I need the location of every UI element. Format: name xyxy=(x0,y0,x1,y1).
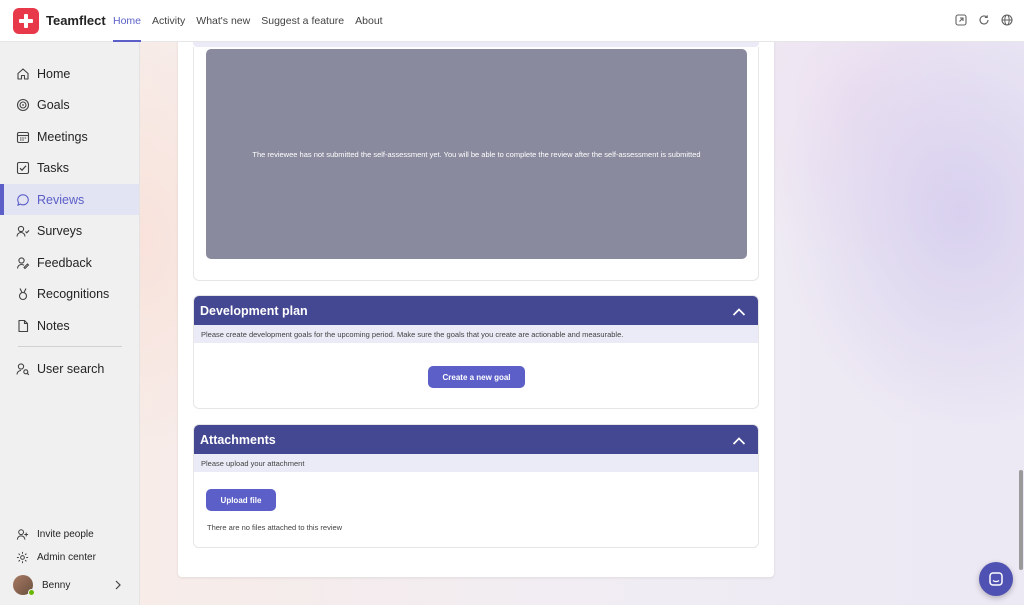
sidebar-item-label: User search xyxy=(37,361,105,376)
sidebar-item-goals[interactable]: Goals xyxy=(0,89,139,120)
sidebar-item-label: Recognitions xyxy=(37,286,110,301)
sidebar-item-label: Surveys xyxy=(37,223,83,238)
sidebar-item-surveys[interactable]: Surveys xyxy=(0,215,139,246)
person-search-icon xyxy=(15,361,31,377)
self-assessment-locked-overlay: The reviewee has not submitted the self-… xyxy=(206,49,747,259)
admin-center-label: Admin center xyxy=(37,551,96,563)
app-title: Teamflect xyxy=(46,13,106,28)
app-header: Teamflect Home Activity What's new Sugge… xyxy=(0,0,1024,42)
calendar-icon xyxy=(15,129,31,145)
main-content: The reviewee has not submitted the self-… xyxy=(140,42,1024,605)
header-actions xyxy=(954,13,1014,27)
home-icon xyxy=(15,66,31,82)
person-add-icon xyxy=(15,527,30,542)
teamflect-logo-icon xyxy=(13,8,39,34)
sidebar: Home Goals Meetings Tasks Reviews Survey… xyxy=(0,42,140,605)
tab-suggest-feature[interactable]: Suggest a feature xyxy=(261,0,344,42)
user-profile[interactable]: Benny xyxy=(0,573,139,597)
tab-home[interactable]: Home xyxy=(113,0,142,42)
refresh-icon[interactable] xyxy=(977,13,991,27)
sidebar-item-label: Home xyxy=(37,66,71,81)
development-plan-header[interactable]: Development plan xyxy=(194,296,758,325)
attachments-section: Attachments Please upload your attachmen… xyxy=(193,424,759,548)
speech-bubble-icon xyxy=(15,192,31,208)
sidebar-item-feedback[interactable]: Feedback xyxy=(0,247,139,278)
tab-about[interactable]: About xyxy=(355,0,382,42)
invite-people-label: Invite people xyxy=(37,528,94,540)
tab-activity[interactable]: Activity xyxy=(152,0,185,42)
create-goal-button[interactable]: Create a new goal xyxy=(428,366,525,388)
upload-file-button[interactable]: Upload file xyxy=(206,489,276,511)
gear-icon xyxy=(15,550,30,565)
sidebar-item-label: Goals xyxy=(37,97,70,112)
self-assessment-notice: The reviewee has not submitted the self-… xyxy=(252,149,701,159)
top-nav-tabs: Home Activity What's new Suggest a featu… xyxy=(113,0,394,42)
sidebar-item-label: Reviews xyxy=(37,192,85,207)
survey-icon xyxy=(15,223,31,239)
invite-people-link[interactable]: Invite people xyxy=(0,523,139,545)
sidebar-item-tasks[interactable]: Tasks xyxy=(0,152,139,183)
goals-icon xyxy=(15,97,31,113)
attachments-title: Attachments xyxy=(200,432,276,447)
admin-center-link[interactable]: Admin center xyxy=(0,546,139,568)
medal-icon xyxy=(15,286,31,302)
sidebar-item-label: Meetings xyxy=(37,129,88,144)
scrollbar-thumb[interactable] xyxy=(1019,470,1023,570)
no-files-text: There are no files attached to this revi… xyxy=(207,523,343,532)
attachments-header[interactable]: Attachments xyxy=(194,425,758,454)
avatar xyxy=(13,575,35,596)
tab-whats-new[interactable]: What's new xyxy=(196,0,250,42)
self-assessment-section: The reviewee has not submitted the self-… xyxy=(193,47,759,281)
sidebar-item-recognitions[interactable]: Recognitions xyxy=(0,278,139,309)
sidebar-item-meetings[interactable]: Meetings xyxy=(0,121,139,152)
sidebar-item-label: Tasks xyxy=(37,160,69,175)
chevron-up-icon[interactable] xyxy=(732,304,746,322)
chevron-right-icon xyxy=(113,578,123,596)
sidebar-item-user-search[interactable]: User search xyxy=(0,353,139,384)
sidebar-divider xyxy=(18,346,122,347)
development-plan-title: Development plan xyxy=(200,303,308,318)
checkbox-icon xyxy=(15,160,31,176)
chat-icon xyxy=(989,572,1003,586)
sidebar-item-label: Feedback xyxy=(37,255,92,270)
review-card: The reviewee has not submitted the self-… xyxy=(178,42,774,577)
sidebar-item-notes[interactable]: Notes xyxy=(0,310,139,341)
chat-button[interactable] xyxy=(979,562,1013,596)
attachments-description: Please upload your attachment xyxy=(194,454,758,472)
person-feedback-icon xyxy=(15,255,31,271)
user-name: Benny xyxy=(42,579,71,591)
development-plan-section: Development plan Please create developme… xyxy=(193,295,759,409)
globe-icon[interactable] xyxy=(1000,13,1014,27)
chevron-up-icon[interactable] xyxy=(732,433,746,451)
popout-icon[interactable] xyxy=(954,13,968,27)
sidebar-item-home[interactable]: Home xyxy=(0,58,139,89)
development-plan-description: Please create development goals for the … xyxy=(194,325,758,343)
sidebar-item-label: Notes xyxy=(37,318,70,333)
presence-indicator xyxy=(28,589,35,596)
note-icon xyxy=(15,318,31,334)
sidebar-item-reviews[interactable]: Reviews xyxy=(0,184,139,215)
